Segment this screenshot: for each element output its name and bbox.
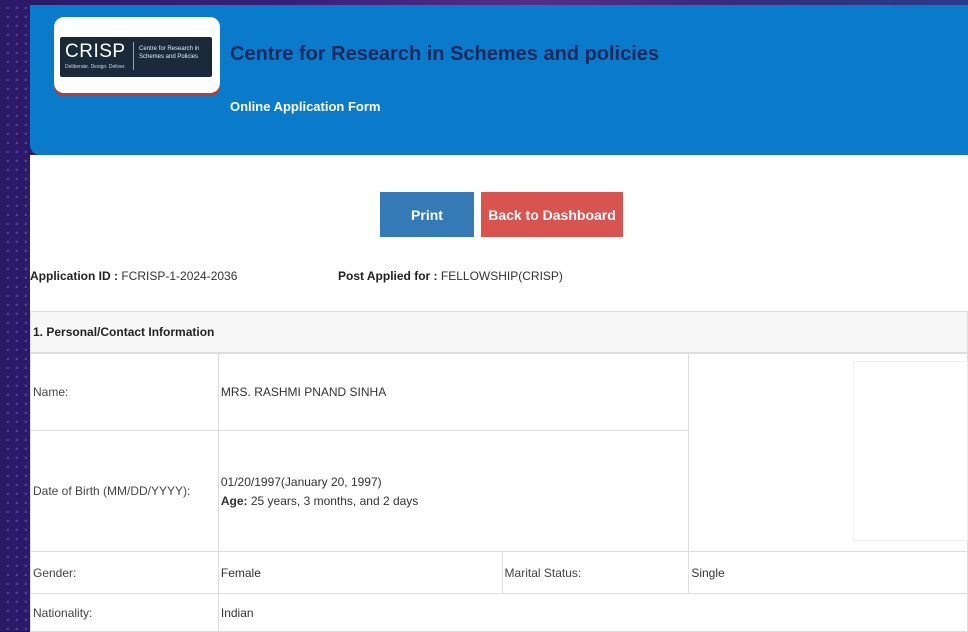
name-value: MRS. RASHMI PNAND SINHA — [217, 353, 690, 431]
form-content: Print Back to Dashboard Application ID :… — [30, 155, 968, 632]
name-label: Name: — [30, 353, 219, 431]
age-value: 25 years, 3 months, and 2 days — [250, 493, 419, 508]
logo-main-text: CRISP — [65, 41, 126, 62]
logo-card: CRISP Deliberate. Design. Deliver. Centr… — [54, 17, 220, 93]
table-row: Nationality: Indian — [30, 593, 968, 632]
applicant-photo-placeholder — [853, 361, 968, 541]
age-line: Age: 25 years, 3 months, and 2 days — [221, 494, 688, 508]
logo-side-line1: Centre for Research in — [139, 46, 200, 52]
crisp-logo: CRISP Deliberate. Design. Deliver. Centr… — [60, 37, 212, 77]
logo-side-text: Centre for Research in Schemes and Polic… — [139, 45, 199, 61]
print-button[interactable]: Print — [380, 192, 474, 237]
dob-label: Date of Birth (MM/DD/YYYY): — [30, 430, 219, 552]
application-id: Application ID : FCRISP-1-2024-2036 — [30, 269, 237, 283]
page-header: CRISP Deliberate. Design. Deliver. Centr… — [30, 5, 968, 155]
logo-side-line2: Schemes and Policies — [139, 54, 199, 60]
back-to-dashboard-button[interactable]: Back to Dashboard — [481, 192, 623, 237]
nationality-value: Indian — [217, 593, 968, 632]
application-page: CRISP Deliberate. Design. Deliver. Centr… — [0, 0, 968, 632]
post-applied-value: FELLOWSHIP(CRISP) — [440, 269, 563, 283]
logo-tagline: Deliberate. Design. Deliver. — [65, 64, 126, 70]
application-id-label: Application ID : — [30, 269, 118, 283]
page-subtitle: Online Application Form — [230, 99, 381, 114]
dob-cell: 01/20/1997(January 20, 1997) Age: 25 yea… — [217, 430, 690, 552]
dob-value: 01/20/1997(January 20, 1997) — [220, 474, 382, 489]
post-applied: Post Applied for : FELLOWSHIP(CRISP) — [338, 269, 563, 283]
application-id-value: FCRISP-1-2024-2036 — [121, 269, 238, 283]
page-title: Centre for Research in Schemes and polic… — [230, 43, 660, 65]
logo-divider — [133, 42, 134, 70]
table-row: Gender: Female Marital Status: Single — [30, 551, 968, 594]
table-row: Name: MRS. RASHMI PNAND SINHA — [30, 353, 968, 552]
section-heading-personal: 1. Personal/Contact Information — [30, 311, 968, 353]
marital-status-label: Marital Status: — [501, 551, 690, 594]
nationality-label: Nationality: — [30, 593, 219, 632]
age-label: Age: — [220, 493, 248, 508]
personal-info-table: Name: MRS. RASHMI PNAND SINHA Date of Bi… — [30, 353, 968, 632]
marital-status-value: Single — [688, 551, 968, 594]
gender-label: Gender: — [30, 551, 219, 594]
gender-value: Female — [217, 551, 503, 594]
post-applied-label: Post Applied for : — [338, 269, 438, 283]
